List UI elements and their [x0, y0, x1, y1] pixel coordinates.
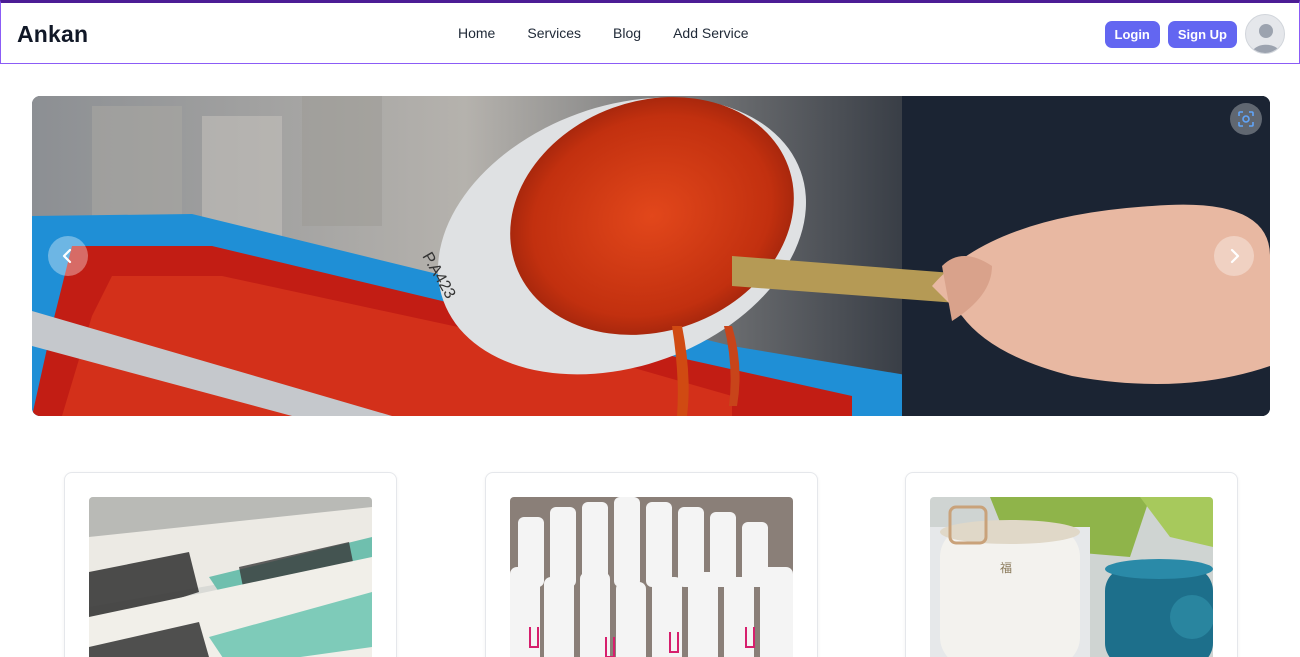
card-image — [510, 497, 793, 657]
carousel-slide-image: P.A423 — [32, 96, 1270, 416]
carousel-prev-button[interactable] — [48, 236, 88, 276]
service-card[interactable] — [485, 472, 818, 657]
signup-button[interactable]: Sign Up — [1167, 20, 1237, 48]
chevron-left-icon — [62, 248, 72, 264]
nav-home-link[interactable]: Home — [458, 25, 495, 41]
hero-carousel[interactable]: P.A423 — [32, 96, 1270, 416]
scan-button[interactable] — [1230, 103, 1262, 135]
nav-blog-link[interactable]: Blog — [613, 25, 641, 41]
login-button[interactable]: Login — [1104, 20, 1160, 48]
brand-logo[interactable]: Ankan — [17, 21, 88, 48]
nav-add-service-link[interactable]: Add Service — [673, 25, 748, 41]
main-nav: Home Services Blog Add Service — [458, 25, 749, 41]
svg-text:福: 福 — [1000, 560, 1012, 575]
nav-actions: Login Sign Up — [1104, 14, 1285, 54]
card-image: 福 — [930, 497, 1213, 657]
service-card[interactable]: 福 — [905, 472, 1238, 657]
user-avatar-icon[interactable] — [1245, 14, 1285, 54]
card-image — [89, 497, 372, 657]
navbar: Ankan Home Services Blog Add Service Log… — [0, 0, 1300, 64]
chevron-right-icon — [1230, 248, 1240, 264]
carousel-next-button[interactable] — [1214, 236, 1254, 276]
service-card[interactable] — [64, 472, 397, 657]
scan-icon — [1238, 111, 1254, 127]
nav-services-link[interactable]: Services — [527, 25, 581, 41]
